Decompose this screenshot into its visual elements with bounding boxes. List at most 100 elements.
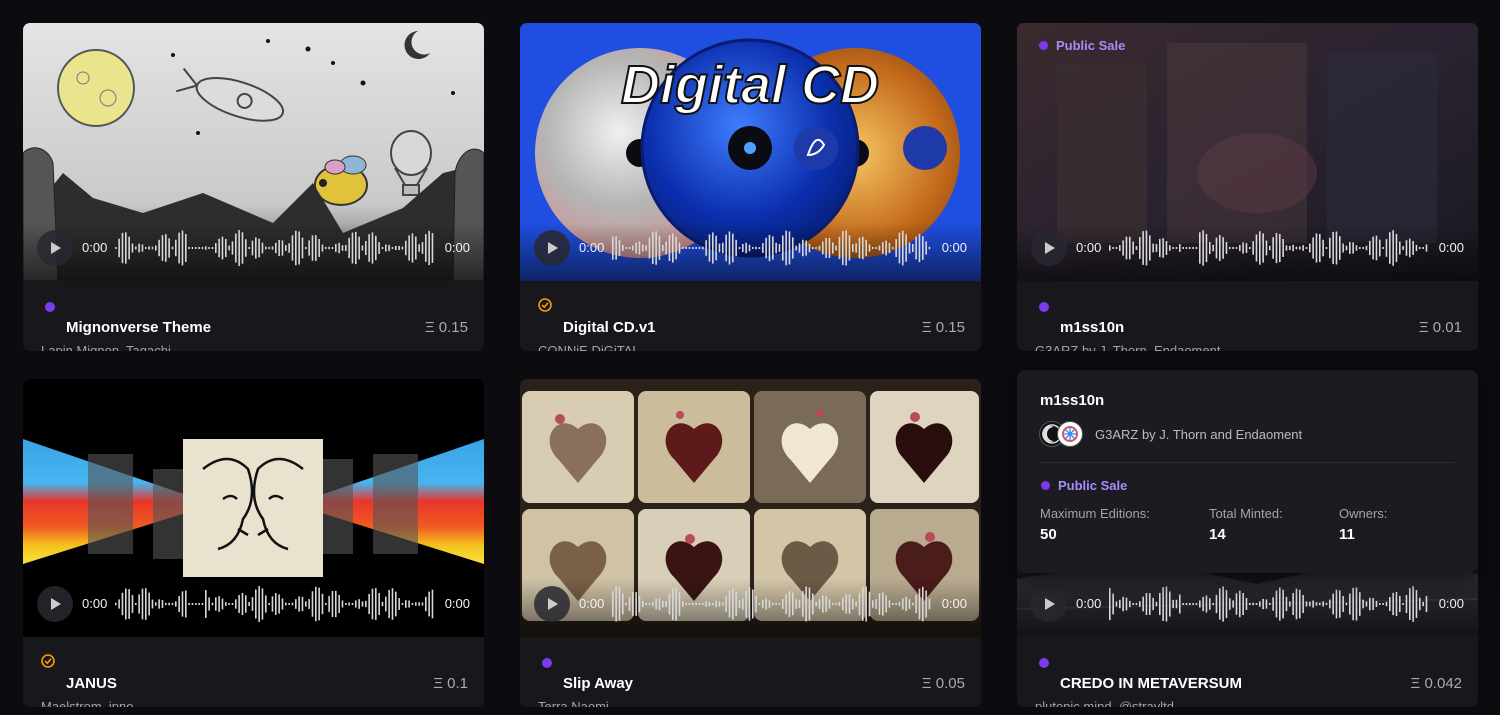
track-card[interactable]: 0:00 0:00 JANUS Ξ 0.1 Maelstrom, ipno [23,379,484,707]
waveform-bar [612,236,614,260]
waveform-bar [385,596,387,612]
waveform-bar [1222,237,1224,259]
waveform-bar [688,603,691,605]
waveform-bar [1419,597,1421,611]
waveform-bar [308,240,310,256]
track-artist[interactable]: CONNiE DiGiTAL [538,343,640,351]
popup-artist[interactable]: G3ARZ by J. Thorn and Endaoment [1095,427,1302,442]
waveform[interactable] [115,584,435,624]
waveform[interactable] [612,584,932,624]
waveform-bar [248,601,250,607]
waveform-bar [1125,236,1128,260]
waveform-bar [1265,599,1268,609]
waveform-bar [148,246,150,250]
play-icon [1045,242,1055,254]
waveform-bar [1175,599,1178,609]
artist-avatars[interactable] [1039,421,1087,447]
waveform-bar [131,595,134,613]
popup-title[interactable]: m1ss10n [1040,392,1104,409]
waveform-bar [755,595,757,613]
waveform-bar [878,593,881,615]
waveform-bar [325,603,327,605]
artwork[interactable]: 0:00 0:00 [520,379,981,637]
waveform-bar [842,597,844,611]
waveform-bar [1162,587,1164,621]
waveform-bar [885,595,887,613]
track-card[interactable]: 0:00 0:00 Slip Away Ξ 0.05 Terra Naomi [520,379,981,707]
waveform-bar [308,599,310,609]
waveform-bar [1339,236,1341,260]
waveform-bar [925,241,927,255]
track-title[interactable]: Mignonverse Theme [66,319,211,336]
play-button[interactable] [1031,230,1067,266]
waveform-bar [758,247,761,249]
track-title[interactable]: m1ss10n [1060,319,1124,336]
waveform-bar [1122,240,1124,256]
waveform-bar [1315,233,1318,263]
waveform-bar [1285,596,1288,612]
waveform-bar [1119,245,1121,251]
track-title[interactable]: Slip Away [563,675,633,692]
waveform[interactable] [612,228,932,268]
waveform-bar [188,247,190,249]
artwork[interactable]: 0:00 0:00 [23,379,484,637]
waveform-bar [845,230,847,266]
track-title[interactable]: JANUS [66,675,117,692]
waveform-bar [762,599,764,609]
waveform-bar [1375,600,1378,608]
artwork[interactable]: Digital CD 0:00 0:00 [520,23,981,281]
track-artist[interactable]: plutonic mind, @strayltd [1035,699,1174,707]
waveform-bar [1275,232,1278,264]
waveform[interactable] [1109,584,1429,624]
track-card[interactable]: 0:00 0:00 Mignonverse Theme Ξ 0.15 Lapin… [23,23,484,351]
waveform-bar [625,247,627,249]
current-time: 0:00 [579,596,605,611]
waveform-bar [311,235,314,261]
waveform-bar [368,234,370,262]
track-artist[interactable]: Maelstrom, ipno [41,699,133,707]
track-title[interactable]: CREDO IN METAVERSUM [1060,675,1242,692]
artwork[interactable]: Public Sale 0:00 0:00 [1017,23,1478,281]
play-button[interactable] [534,586,570,622]
waveform-bar [805,586,807,622]
waveform-bar [1152,243,1154,253]
waveform-bar [1172,599,1174,609]
artwork[interactable]: 0:00 0:00 [23,23,484,281]
waveform-bar [208,247,210,249]
waveform-bar [238,595,240,613]
waveform-bar [191,247,194,249]
waveform-bar [418,244,420,252]
waveform-bar [311,591,314,617]
waveform-bar [235,599,237,609]
track-title[interactable]: Digital CD.v1 [563,319,656,336]
play-button[interactable] [37,230,73,266]
waveform-bar [1245,598,1248,610]
track-artist[interactable]: Terra Naomi [538,699,609,707]
waveform-bar [135,603,137,605]
waveform-bar [918,588,921,620]
waveform-bar [391,588,394,620]
total-minted-value: 14 [1209,526,1226,543]
waveform-bar [1345,245,1348,251]
track-artist[interactable]: G3ARZ by J. Thorn, Endaoment [1035,343,1220,351]
track-card[interactable]: Public Sale 0:00 0:00 m1ss10n Ξ 0.01 G3A… [1017,23,1478,351]
waveform-bar [315,586,317,622]
waveform-bar [1205,233,1208,263]
track-artist[interactable]: Lapin Mignon, Tagachi [41,343,171,351]
play-button[interactable] [534,230,570,266]
collection-details-popup: m1ss10n G3ARZ by J. Thorn and Endaoment … [1017,370,1478,573]
waveform[interactable] [1109,228,1429,268]
waveform-bar [391,247,394,249]
waveform[interactable] [115,228,435,268]
waveform-bar [1409,588,1411,620]
waveform-bar [218,238,220,258]
play-button[interactable] [37,586,73,622]
waveform-bar [175,239,177,257]
duration: 0:00 [941,240,967,255]
waveform-bar [341,245,344,251]
play-button[interactable] [1031,586,1067,622]
track-info: Slip Away Ξ 0.05 Terra Naomi [520,637,981,707]
waveform-bar [1415,244,1418,252]
duration: 0:00 [1438,596,1464,611]
track-card[interactable]: Digital CD 0:00 0:00 Digital CD.v1 Ξ 0.1… [520,23,981,351]
